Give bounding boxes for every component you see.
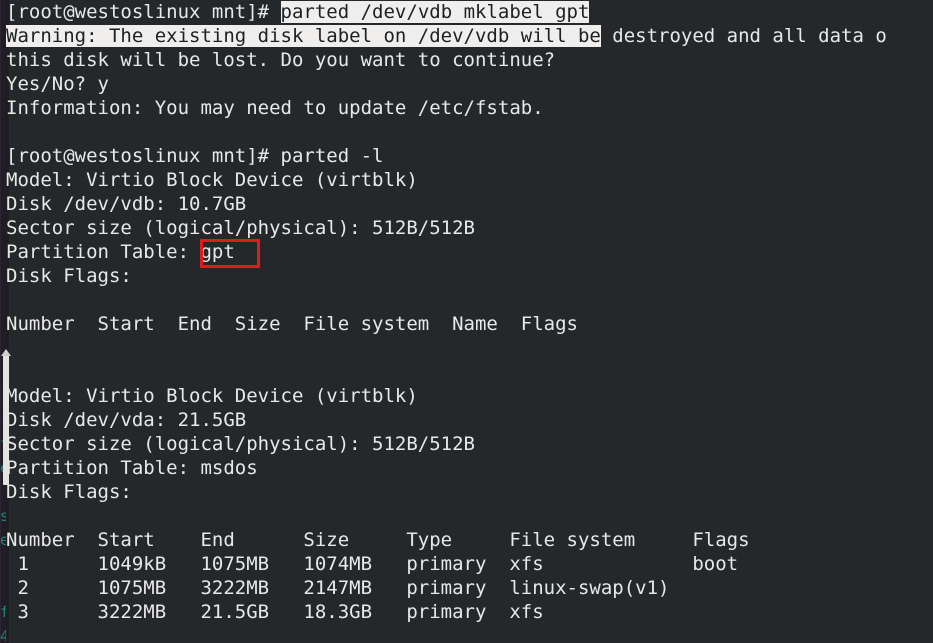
terminal-line: [root@westoslinux mnt]# parted /dev/vdb … — [0, 0, 933, 24]
text-run: Partition Table: msdos — [6, 457, 258, 479]
text-run: Information: You may need to update /etc… — [6, 97, 544, 119]
text-run: Sector size (logical/physical): 512B/512… — [6, 217, 475, 239]
text-run: Model: Virtio Block Device (virtblk) — [6, 385, 418, 407]
terminal-line: Disk /dev/vda: 21.5GB — [0, 408, 933, 432]
text-run: Disk Flags: — [6, 265, 132, 287]
text-run: Model: Virtio Block Device (virtblk) — [6, 169, 418, 191]
terminal-line: Sector size (logical/physical): 512B/512… — [0, 432, 933, 456]
terminal-line: Partition Table: msdos — [0, 456, 933, 480]
text-run: Disk /dev/vda: 21.5GB — [6, 409, 247, 431]
text-run: 1 1049kB 1075MB 1074MB primary xfs boot — [6, 553, 739, 575]
text-run: this disk will be lost. Do you want to c… — [6, 49, 556, 71]
terminal-line: Number Start End Size File system Name F… — [0, 312, 933, 336]
terminal-line: Number Start End Size Type File system F… — [0, 528, 933, 552]
text-run: Sector size (logical/physical): 512B/512… — [6, 433, 475, 455]
text-run: Disk /dev/vdb: 10.7GB — [6, 193, 247, 215]
terminal-line: this disk will be lost. Do you want to c… — [0, 48, 933, 72]
terminal-line: 3 3222MB 21.5GB 18.3GB primary xfs — [0, 600, 933, 624]
text-run: [root@westoslinux mnt]# — [6, 1, 281, 23]
terminal-line: Information: You may need to update /etc… — [0, 96, 933, 120]
terminal-window[interactable]: fesef4 [root@westoslinux mnt]# parted /d… — [0, 0, 933, 643]
terminal-line: Disk Flags: — [0, 264, 933, 288]
text-run: Yes/No? y — [6, 73, 109, 95]
text-run: 3 3222MB 21.5GB 18.3GB primary xfs — [6, 601, 544, 623]
terminal-line: [root@westoslinux mnt]# parted -l — [0, 144, 933, 168]
terminal-line: 1 1049kB 1075MB 1074MB primary xfs boot — [0, 552, 933, 576]
text-run: Number Start End Size Type File system F… — [6, 529, 750, 551]
selected-text-run: Warning: The existing disk label on /dev… — [6, 25, 601, 47]
text-run: Disk Flags: — [6, 481, 132, 503]
text-run: 2 1075MB 3222MB 2147MB primary linux-swa… — [6, 577, 670, 599]
terminal-line: Disk /dev/vdb: 10.7GB — [0, 192, 933, 216]
terminal-output-area[interactable]: [root@westoslinux mnt]# parted /dev/vdb … — [0, 0, 933, 643]
text-run: destroyed and all data o — [600, 25, 887, 47]
terminal-line: Warning: The existing disk label on /dev… — [0, 24, 933, 48]
terminal-line: Sector size (logical/physical): 512B/512… — [0, 216, 933, 240]
text-run: [root@westoslinux mnt]# parted -l — [6, 145, 384, 167]
text-run: Number Start End Size File system Name F… — [6, 313, 578, 335]
terminal-line: Partition Table: gpt — [0, 240, 933, 264]
terminal-line: Model: Virtio Block Device (virtblk) — [0, 168, 933, 192]
terminal-line: Model: Virtio Block Device (virtblk) — [0, 384, 933, 408]
terminal-line: Yes/No? y — [0, 72, 933, 96]
text-run: Partition Table: gpt — [6, 241, 235, 263]
terminal-line: 2 1075MB 3222MB 2147MB primary linux-swa… — [0, 576, 933, 600]
terminal-line: Disk Flags: — [0, 480, 933, 504]
selected-text-run: parted /dev/vdb mklabel gpt — [280, 1, 590, 23]
